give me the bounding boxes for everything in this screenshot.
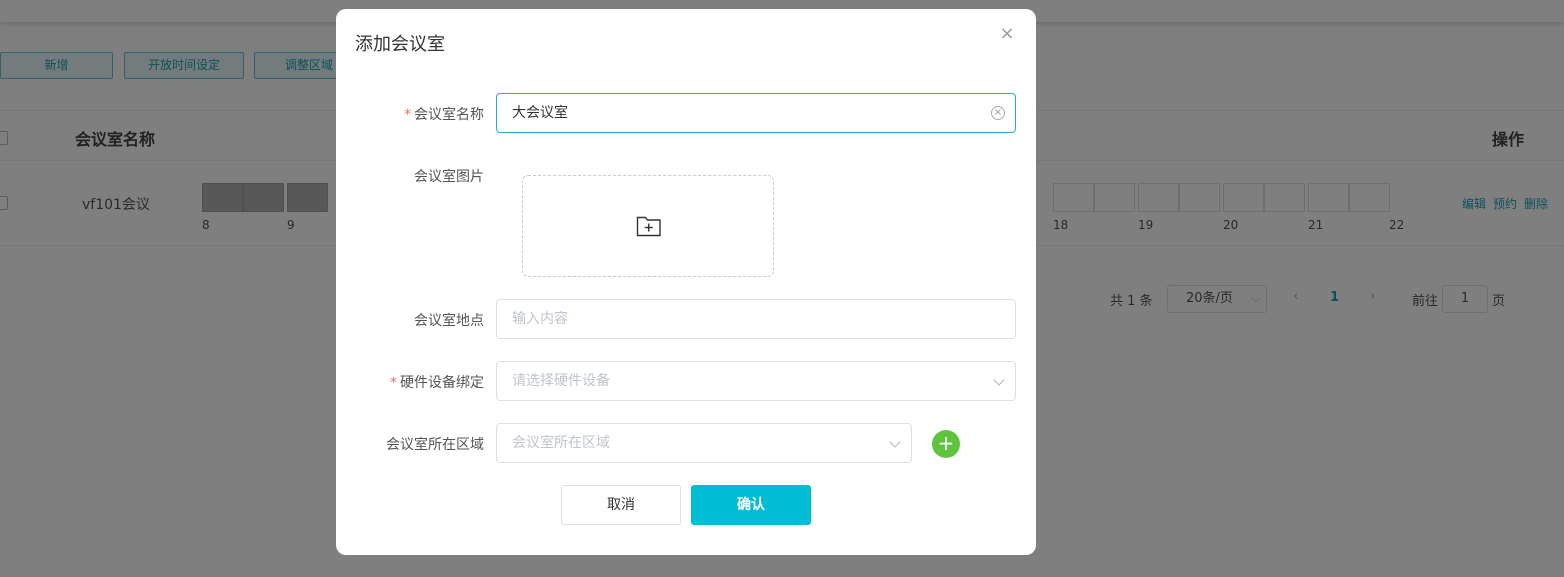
room-location-placeholder: 输入内容 bbox=[512, 311, 568, 327]
cancel-button[interactable]: 取消 bbox=[561, 485, 681, 525]
chevron-down-icon bbox=[993, 374, 1005, 386]
confirm-button[interactable]: 确认 bbox=[691, 485, 811, 525]
required-mark: * bbox=[390, 375, 397, 391]
room-area-placeholder: 会议室所在区域 bbox=[512, 435, 610, 451]
chevron-down-icon bbox=[889, 436, 901, 448]
hardware-label: * 硬件设备绑定 bbox=[344, 372, 484, 392]
room-name-input[interactable]: 大会议室 × bbox=[496, 93, 1016, 133]
room-name-value: 大会议室 bbox=[512, 105, 568, 121]
room-area-select[interactable]: 会议室所在区域 bbox=[496, 423, 912, 463]
room-location-input[interactable]: 输入内容 bbox=[496, 299, 1016, 339]
close-icon[interactable]: × bbox=[999, 25, 1015, 43]
required-mark: * bbox=[404, 107, 411, 123]
room-area-label: 会议室所在区域 bbox=[386, 437, 484, 453]
clear-circle-icon[interactable]: × bbox=[991, 106, 1005, 120]
room-name-label: * 会议室名称 bbox=[344, 104, 484, 124]
add-area-button[interactable]: + bbox=[932, 430, 960, 458]
hardware-placeholder: 请选择硬件设备 bbox=[512, 373, 610, 389]
add-room-dialog: 添加会议室 × * 会议室名称 大会议室 × 会议室图片 会议室地点 输入内容 *… bbox=[336, 9, 1036, 555]
hardware-label-text: 硬件设备绑定 bbox=[400, 375, 484, 391]
room-name-label-text: 会议室名称 bbox=[414, 107, 484, 123]
room-image-label: 会议室图片 bbox=[414, 169, 484, 185]
hardware-select[interactable]: 请选择硬件设备 bbox=[496, 361, 1016, 401]
image-upload-area[interactable] bbox=[522, 175, 774, 277]
dialog-title: 添加会议室 bbox=[355, 34, 445, 55]
folder-plus-icon bbox=[636, 216, 661, 237]
room-location-label: 会议室地点 bbox=[414, 313, 484, 329]
